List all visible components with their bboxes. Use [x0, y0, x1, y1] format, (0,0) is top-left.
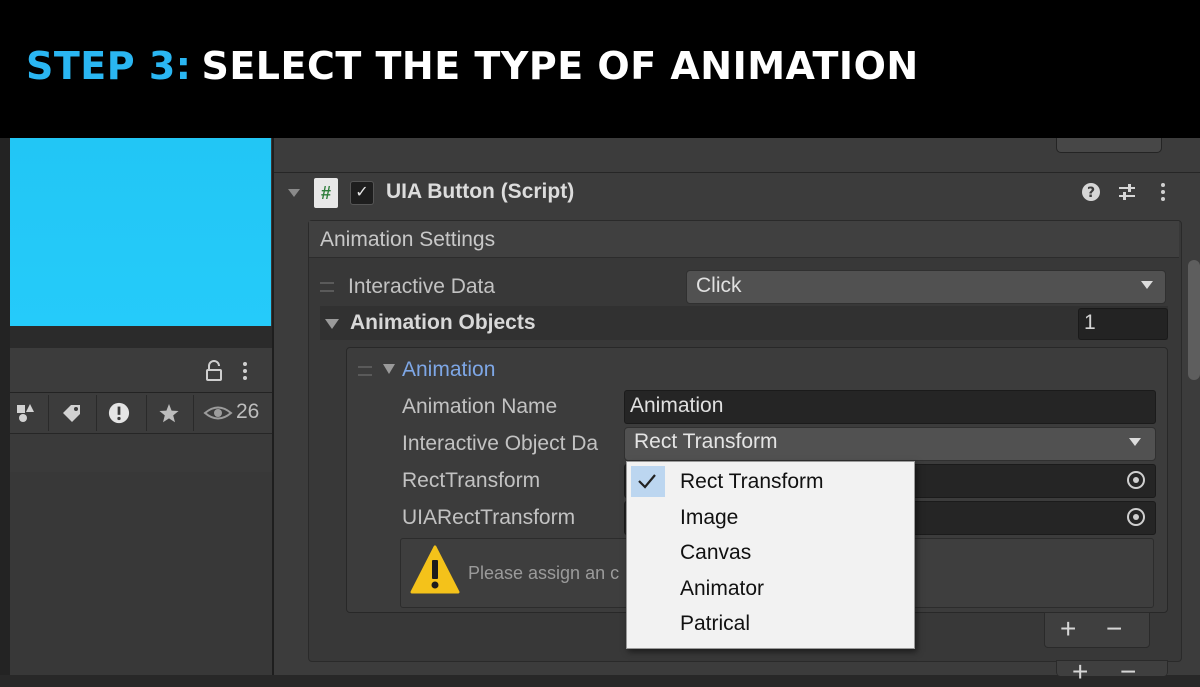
- hierarchy-row[interactable]: [10, 434, 272, 472]
- popup-option-animator[interactable]: Animator: [627, 571, 912, 606]
- add-element-button[interactable]: +: [1060, 615, 1076, 643]
- svg-text:?: ?: [1087, 185, 1095, 201]
- scene-preview: [10, 138, 271, 326]
- popup-option-patrical[interactable]: Patrical: [627, 606, 912, 641]
- component-enable-checkbox[interactable]: ✓: [350, 181, 374, 205]
- popup-option-label: Patrical: [680, 612, 751, 635]
- toolbar-separator: [48, 395, 49, 431]
- component-title: UIA Button (Script): [386, 180, 575, 203]
- star-icon[interactable]: [157, 402, 181, 424]
- object-data-value: Rect Transform: [634, 430, 778, 453]
- animation-name-value: Animation: [630, 394, 724, 417]
- foldout-arrow-icon[interactable]: [382, 362, 396, 376]
- interactive-data-value: Click: [696, 274, 742, 297]
- animation-settings-title: Animation Settings: [320, 228, 496, 251]
- popup-option-label: Animator: [680, 577, 765, 600]
- kebab-menu-icon[interactable]: [238, 360, 252, 382]
- chevron-down-icon: [1141, 281, 1153, 289]
- toolbar-separator: [146, 395, 147, 431]
- script-icon: #: [314, 178, 338, 208]
- warning-icon: [410, 545, 460, 594]
- popup-option-label: Canvas: [680, 541, 752, 564]
- panel-header: [10, 348, 272, 393]
- toolbar-separator: [193, 395, 194, 431]
- banner-heading: STEP 3: SELECT THE TYPE OF ANIMATION: [26, 36, 919, 96]
- drag-handle-icon[interactable]: [320, 282, 334, 292]
- component-divider: [274, 172, 1200, 173]
- help-icon[interactable]: ?: [1080, 181, 1102, 203]
- eye-icon[interactable]: [203, 402, 233, 424]
- drag-handle-icon[interactable]: [358, 366, 372, 376]
- rect-transform-label: RectTransform: [402, 469, 541, 492]
- warning-filter-icon[interactable]: [107, 402, 131, 424]
- panel-gap: [10, 326, 272, 348]
- element-label[interactable]: Animation: [402, 358, 495, 382]
- toolbar-separator: [96, 395, 97, 431]
- popup-option-label: Image: [680, 506, 739, 529]
- component-menu-icon[interactable]: [1156, 181, 1170, 203]
- animation-objects-label: Animation Objects: [350, 311, 536, 334]
- inspector-scrollbar[interactable]: [1188, 260, 1200, 380]
- popup-option-rect-transform[interactable]: Rect Transform: [627, 464, 912, 499]
- checkmark-icon: [638, 474, 656, 489]
- remove-element-button[interactable]: −: [1106, 615, 1122, 643]
- object-picker-icon[interactable]: [1125, 506, 1147, 528]
- outer-add-button[interactable]: +: [1072, 658, 1088, 686]
- previous-component-footer: [1056, 138, 1162, 153]
- object-picker-icon[interactable]: [1125, 469, 1147, 491]
- foldout-arrow-icon[interactable]: [324, 316, 340, 332]
- lock-icon[interactable]: [204, 360, 224, 382]
- animation-name-label: Animation Name: [402, 395, 558, 418]
- chevron-down-icon: [1129, 438, 1141, 446]
- warning-text: Please assign an c: [468, 563, 620, 583]
- popup-option-canvas[interactable]: Canvas: [627, 535, 912, 570]
- banner-step-label: STEP 3:: [26, 44, 192, 88]
- object-data-label: Interactive Object Da: [402, 432, 599, 455]
- popup-option-label: Rect Transform: [680, 470, 824, 493]
- visibility-count: 26: [236, 400, 260, 423]
- interactive-data-dropdown[interactable]: [686, 270, 1166, 304]
- presets-icon[interactable]: [1116, 181, 1138, 203]
- shapes-filter-icon[interactable]: [14, 402, 38, 424]
- array-size-value: 1: [1084, 311, 1096, 334]
- interactive-data-label: Interactive Data: [348, 275, 496, 298]
- tag-icon[interactable]: [60, 402, 84, 424]
- uia-rect-transform-label: UIARectTransform: [402, 506, 576, 529]
- outer-remove-button[interactable]: −: [1120, 658, 1136, 686]
- popup-option-image[interactable]: Image: [627, 500, 912, 535]
- banner-title: SELECT THE TYPE OF ANIMATION: [201, 44, 919, 88]
- left-edge-strip: [0, 138, 10, 675]
- component-foldout-icon[interactable]: [286, 184, 302, 202]
